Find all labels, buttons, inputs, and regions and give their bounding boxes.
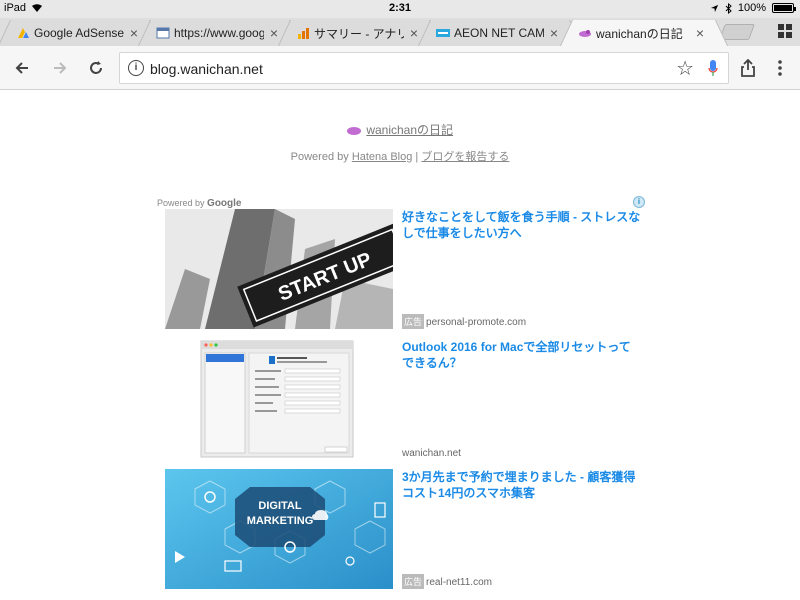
google-logo: Google xyxy=(207,198,242,209)
startup-sign-image[interactable]: START UP xyxy=(165,209,393,329)
bluetooth-icon xyxy=(725,2,732,14)
menu-icon xyxy=(778,60,782,76)
close-icon[interactable]: × xyxy=(128,25,140,41)
url-text[interactable]: blog.wanichan.net xyxy=(150,61,263,77)
close-icon[interactable]: × xyxy=(694,25,706,41)
aeon-icon xyxy=(436,26,450,40)
ad-badge: 広告 xyxy=(402,314,425,329)
status-time: 2:31 xyxy=(388,2,412,14)
tab-title: wanichanの日記 xyxy=(596,26,683,41)
tab-wanichan-blog[interactable]: wanichanの日記 × xyxy=(574,20,714,46)
ad-choices-icon[interactable]: i xyxy=(633,196,645,208)
reload-button[interactable] xyxy=(82,54,110,82)
battery-fill xyxy=(774,5,792,11)
back-button[interactable] xyxy=(8,54,36,82)
ad-badge: 広告 xyxy=(402,574,425,589)
powered-prefix: Powered by xyxy=(290,151,352,163)
blog-title[interactable]: wanichanの日記 xyxy=(0,121,800,138)
ad-domain: real-net11.com xyxy=(426,577,492,588)
adsense-icon xyxy=(16,26,30,40)
image-text-line1: DIGITAL xyxy=(258,500,301,512)
tab-analytics-summary[interactable]: サマリー - アナリ × xyxy=(292,20,428,46)
image-text-line2: MARKETING xyxy=(247,515,314,527)
tab-switcher-icon[interactable] xyxy=(778,24,792,38)
ad-headline[interactable]: Outlook 2016 for Macで全部リセットってできるん？ xyxy=(402,339,642,371)
ad-item[interactable]: DIGITAL MARKETING 3か月先まで予約で埋まりました - 顧客獲得… xyxy=(165,469,645,589)
star-icon[interactable]: ☆ xyxy=(676,56,694,81)
outlook-screenshot-image[interactable] xyxy=(165,339,393,459)
reload-icon xyxy=(90,61,102,74)
address-bar[interactable]: i blog.wanichan.net ☆ xyxy=(119,52,729,84)
separator: | xyxy=(412,151,422,163)
hatena-icon xyxy=(346,126,361,135)
info-icon[interactable]: i xyxy=(128,60,144,76)
ad-headline[interactable]: 3か月先まで予約で埋まりました - 顧客獲得コスト14円のスマホ集客 xyxy=(402,469,642,501)
menu-button[interactable] xyxy=(766,54,794,82)
ad-powered-by: Powered by Google xyxy=(157,198,242,209)
blog-title-link[interactable]: wanichanの日記 xyxy=(366,123,453,137)
ad-source[interactable]: 広告 personal-promote.com xyxy=(402,314,526,329)
analytics-icon xyxy=(296,26,310,40)
hatena-icon xyxy=(578,26,592,40)
web-page: wanichanの日記 Powered by Hatena Blog | ブログ… xyxy=(0,91,800,600)
tab-title: AEON NET CAMPU xyxy=(454,26,544,40)
close-icon[interactable]: × xyxy=(268,25,280,41)
tab-strip: Google AdSense × https://www.google × サマ… xyxy=(0,18,800,46)
ad-powered-prefix: Powered by xyxy=(157,198,205,208)
ad-source[interactable]: 広告 real-net11.com xyxy=(402,574,492,589)
tab-title: https://www.google xyxy=(174,26,264,40)
battery-percent: 100% xyxy=(737,2,766,14)
hatena-blog-link[interactable]: Hatena Blog xyxy=(352,151,413,163)
browser-toolbar: i blog.wanichan.net ☆ xyxy=(0,46,800,90)
ad-item[interactable]: Outlook 2016 for Macで全部リセットってできるん？ wanic… xyxy=(165,339,645,459)
share-icon xyxy=(741,59,755,77)
battery-icon xyxy=(772,3,796,13)
ad-domain: wanichan.net xyxy=(402,448,461,459)
forward-button[interactable] xyxy=(46,54,74,82)
tab-google-adsense[interactable]: Google AdSense × xyxy=(12,20,148,46)
ad-source[interactable]: wanichan.net xyxy=(402,448,461,459)
tab-title: サマリー - アナリ xyxy=(314,26,404,41)
page-icon xyxy=(156,26,170,40)
digital-marketing-image[interactable]: DIGITAL MARKETING xyxy=(165,469,393,589)
tab-title: Google AdSense xyxy=(34,26,124,40)
close-icon[interactable]: × xyxy=(548,25,560,41)
mic-icon[interactable] xyxy=(708,60,718,78)
ios-status-bar: iPad 2:31 100% xyxy=(0,0,800,18)
ad-domain: personal-promote.com xyxy=(426,317,527,328)
google-ad-block: Powered by Google i START UP 好きなことをして飯を食… xyxy=(154,195,646,600)
back-icon xyxy=(15,62,28,74)
share-button[interactable] xyxy=(734,54,762,82)
powered-by-line: Powered by Hatena Blog | ブログを報告する xyxy=(0,148,800,164)
ad-item[interactable]: START UP 好きなことをして飯を食う手順 - ストレスなしで仕事をしたい方… xyxy=(165,209,645,329)
location-icon xyxy=(710,4,718,12)
ad-headline[interactable]: 好きなことをして飯を食う手順 - ストレスなしで仕事をしたい方へ xyxy=(402,209,642,241)
tab-google-url[interactable]: https://www.google × xyxy=(152,20,288,46)
forward-icon xyxy=(54,62,67,74)
close-icon[interactable]: × xyxy=(408,25,420,41)
tab-aeon-net-campus[interactable]: AEON NET CAMPU × xyxy=(432,20,568,46)
report-blog-link[interactable]: ブログを報告する xyxy=(421,151,509,163)
